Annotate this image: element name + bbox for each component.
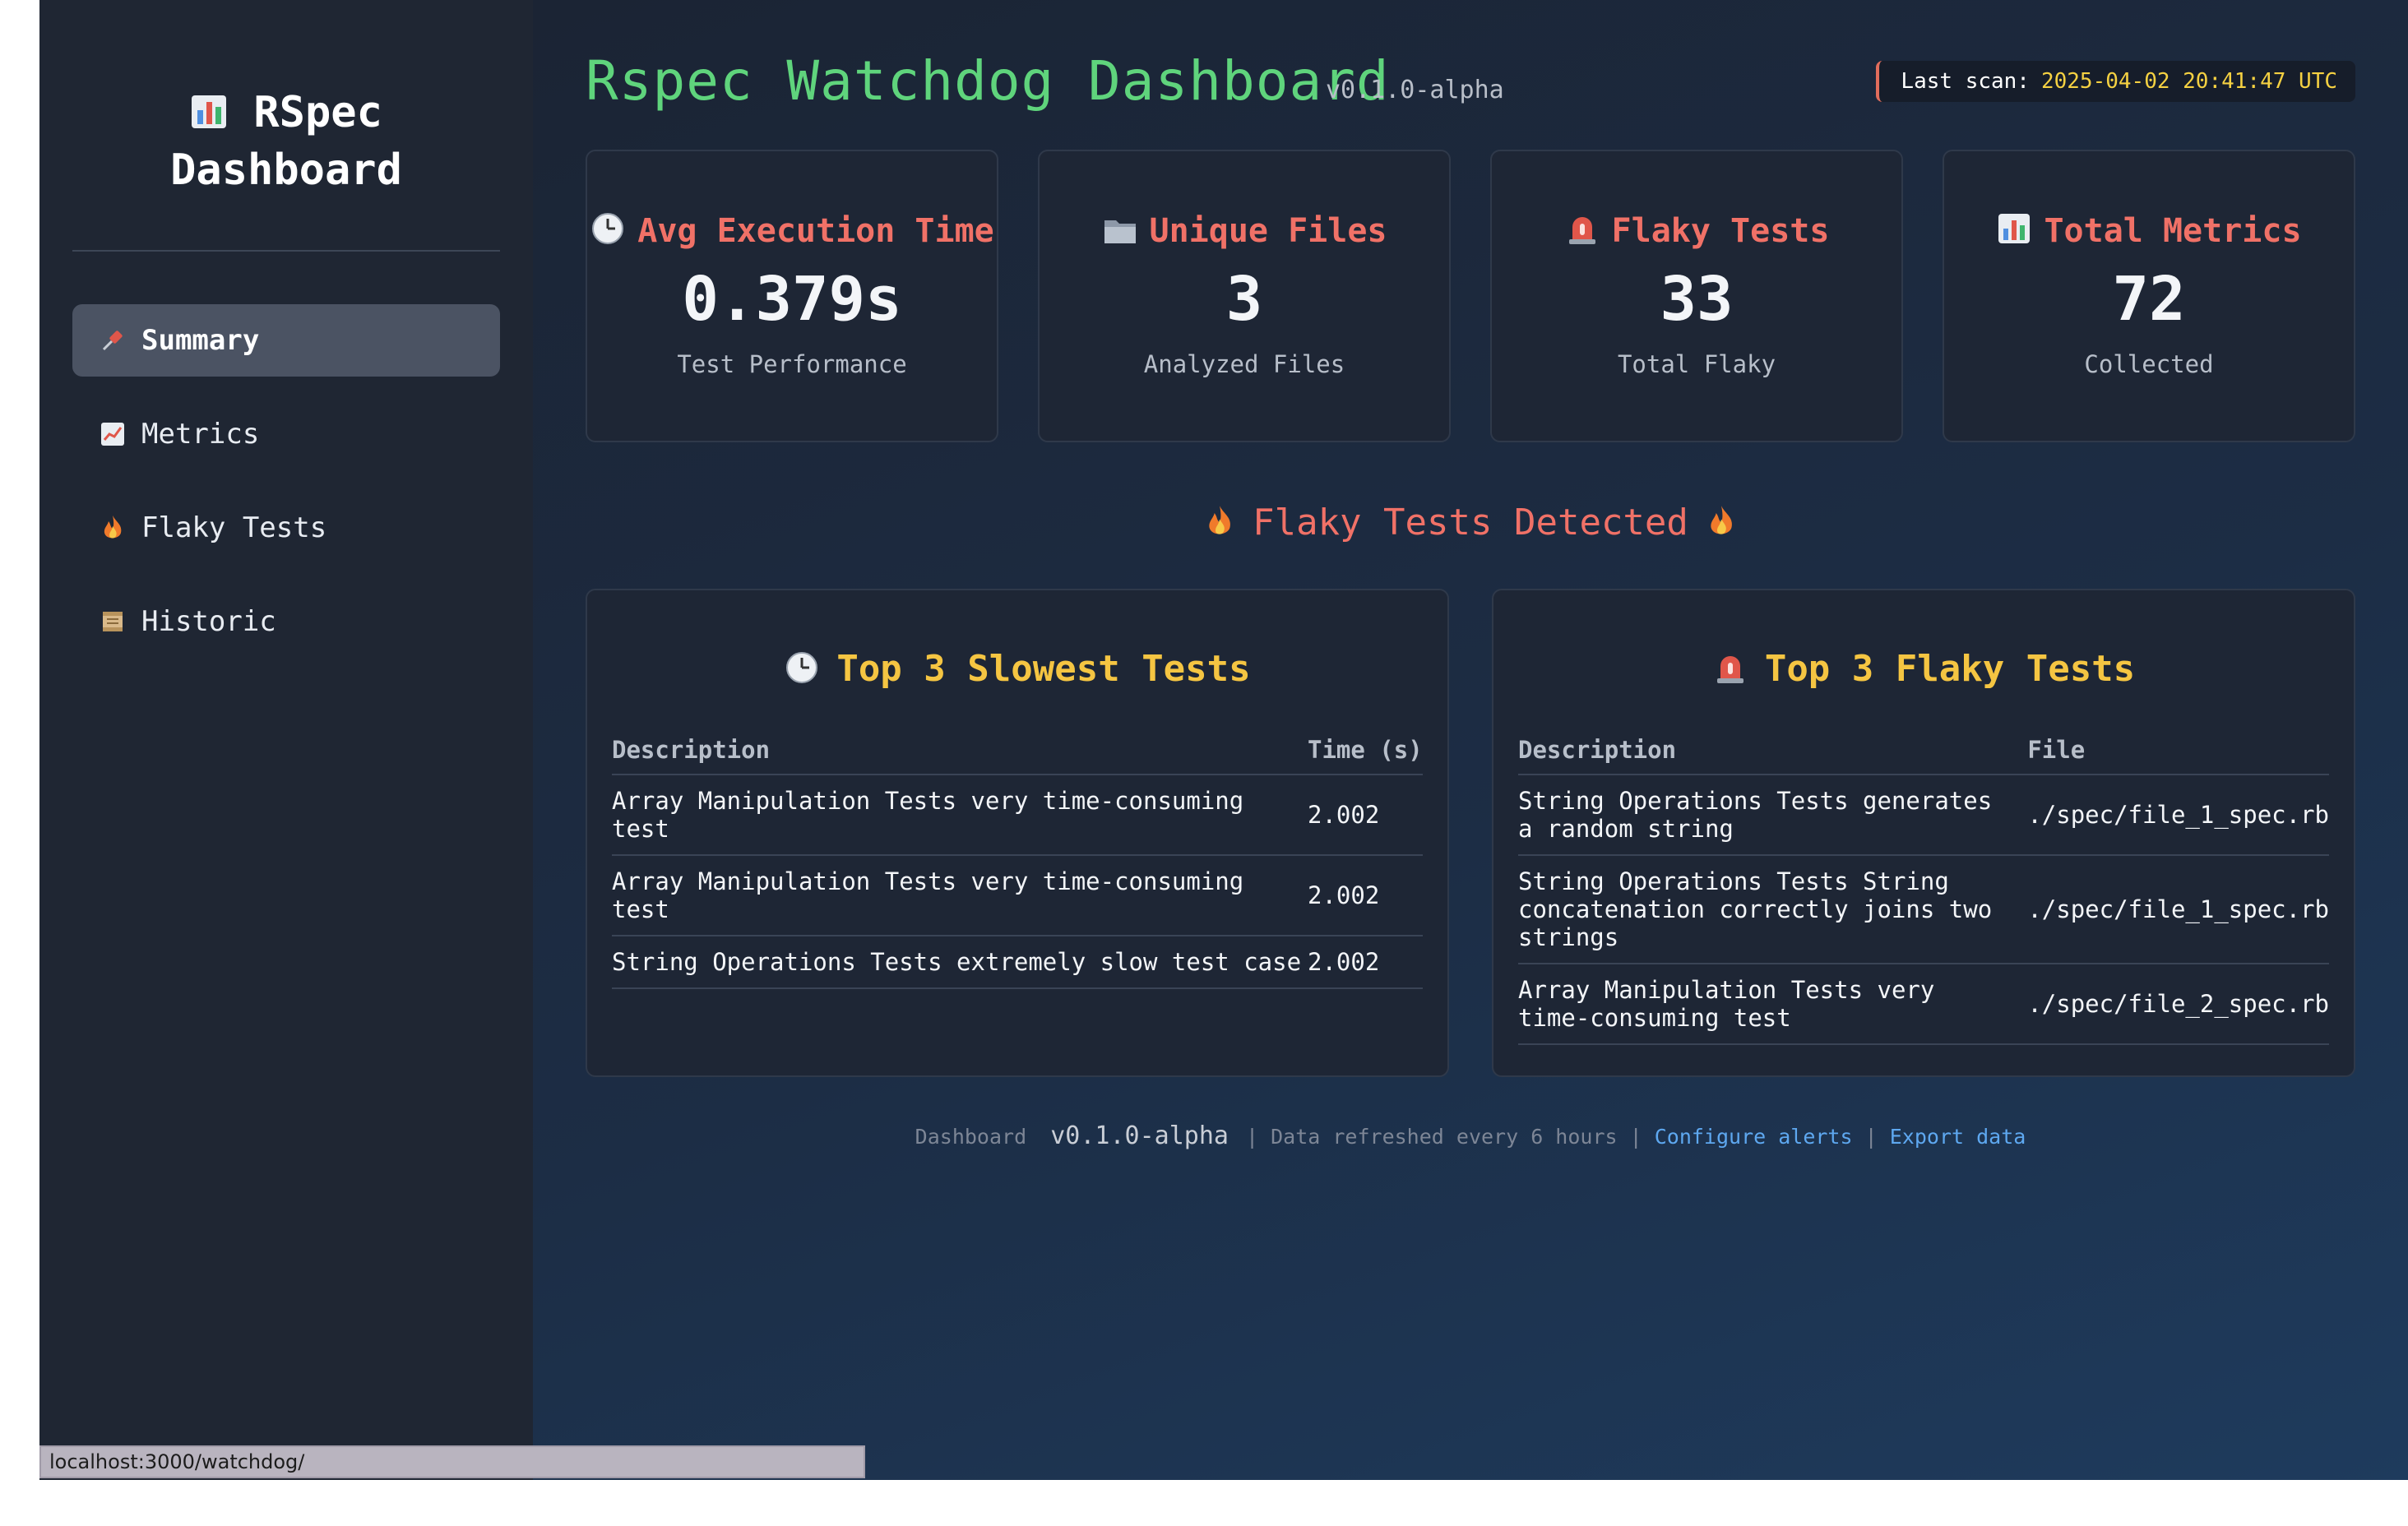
configure-alerts-link[interactable]: Configure alerts [1655, 1125, 1853, 1149]
brand-title-line2: Dashboard [170, 146, 402, 195]
flaky-tests-panel: Top 3 Flaky Tests Description File Strin… [1492, 589, 2355, 1077]
bar-chart-icon [190, 89, 228, 143]
column-header-description: Description [1518, 726, 2028, 775]
slowest-tests-table: Description Time (s) Array Manipulation … [612, 726, 1423, 989]
panel-title: Top 3 Flaky Tests [1764, 648, 2136, 690]
siren-icon [1712, 651, 1748, 684]
sidebar-item-metrics[interactable]: Metrics [72, 398, 500, 470]
clock-icon [784, 651, 820, 684]
card-title: Unique Files [1149, 212, 1387, 250]
sidebar-divider [72, 250, 500, 252]
test-description: String Operations Tests String concatena… [1518, 855, 2028, 964]
panel-title: Top 3 Slowest Tests [836, 648, 1251, 690]
table-row: Array Manipulation Tests very time-consu… [1518, 964, 2329, 1045]
slowest-tests-panel: Top 3 Slowest Tests Description Time (s)… [586, 589, 1449, 1077]
export-data-link[interactable]: Export data [1890, 1125, 2026, 1149]
card-value: 3 [1225, 264, 1263, 335]
page-footer: Dashboard v0.1.0-alpha | Data refreshed … [586, 1121, 2355, 1150]
sidebar-item-historic[interactable]: Historic [72, 585, 500, 658]
page-title: Rspec Watchdog Dashboard [586, 49, 1390, 113]
clock-icon [590, 212, 626, 245]
test-time: 2.002 [1308, 936, 1423, 989]
test-description: Array Manipulation Tests very time-consu… [612, 775, 1308, 856]
sidebar-item-label: Metrics [141, 418, 260, 451]
card-value: 72 [2112, 264, 2186, 335]
scroll-icon [99, 608, 127, 636]
test-time: 2.002 [1308, 775, 1423, 856]
card-title: Total Metrics [2044, 212, 2302, 250]
test-description: Array Manipulation Tests very time-consu… [612, 855, 1308, 936]
flaky-tests-table: Description File String Operations Tests… [1518, 726, 2329, 1045]
card-title: Flaky Tests [1611, 212, 1830, 250]
fire-icon [99, 514, 127, 542]
table-header-row: Description Time (s) [612, 726, 1423, 775]
test-description: String Operations Tests extremely slow t… [612, 936, 1308, 989]
table-row: Array Manipulation Tests very time-consu… [612, 855, 1423, 936]
sidebar-item-summary[interactable]: Summary [72, 304, 500, 377]
fire-icon [1203, 497, 1236, 534]
card-title: Avg Execution Time [637, 212, 994, 250]
brand-title-line1: RSpec [253, 88, 382, 137]
table-row: Array Manipulation Tests very time-consu… [612, 775, 1423, 856]
table-header-row: Description File [1518, 726, 2329, 775]
sidebar-item-label: Flaky Tests [141, 511, 327, 544]
stat-card-flaky-tests: Flaky Tests 33 Total Flaky [1490, 150, 1903, 442]
column-header-time: Time (s) [1308, 726, 1423, 775]
table-row: String Operations Tests extremely slow t… [612, 936, 1423, 989]
siren-icon [1564, 212, 1600, 245]
detail-panels: Top 3 Slowest Tests Description Time (s)… [586, 589, 2355, 1077]
table-row: String Operations Tests generates a rand… [1518, 775, 2329, 856]
card-value: 33 [1660, 264, 1734, 335]
test-time: 2.002 [1308, 855, 1423, 936]
bar-chart-icon [1996, 212, 2032, 245]
test-description: String Operations Tests generates a rand… [1518, 775, 2028, 856]
browser-status-bar: localhost:3000/watchdog/ [39, 1445, 865, 1478]
card-subtitle: Analyzed Files [1143, 350, 1345, 378]
card-value: 0.379s [682, 264, 902, 335]
folder-icon [1102, 214, 1138, 247]
page-header: Rspec Watchdog Dashboard v0.1.0-alpha La… [586, 0, 2355, 150]
sidebar-item-flaky-tests[interactable]: Flaky Tests [72, 492, 500, 564]
stat-card-unique-files: Unique Files 3 Analyzed Files [1038, 150, 1451, 442]
test-description: Array Manipulation Tests very time-consu… [1518, 964, 2028, 1045]
stat-card-total-metrics: Total Metrics 72 Collected [1943, 150, 2355, 442]
sidebar: RSpec Dashboard Summary Metrics Flaky Te… [39, 0, 533, 1480]
stat-cards: Avg Execution Time 0.379s Test Performan… [586, 150, 2355, 442]
column-header-description: Description [612, 726, 1308, 775]
last-scan-badge: Last scan: 2025-04-02 20:41:47 UTC [1876, 61, 2355, 102]
card-subtitle: Test Performance [677, 350, 907, 378]
sidebar-item-label: Summary [141, 324, 260, 357]
app-window: RSpec Dashboard Summary Metrics Flaky Te… [39, 0, 2408, 1480]
line-chart-icon [99, 420, 127, 448]
pushpin-icon [99, 326, 127, 354]
table-row: String Operations Tests String concatena… [1518, 855, 2329, 964]
sidebar-brand: RSpec Dashboard [72, 0, 500, 250]
last-scan-time: 2025-04-02 20:41:47 UTC [2040, 69, 2337, 94]
stat-card-avg-execution-time: Avg Execution Time 0.379s Test Performan… [586, 150, 998, 442]
test-file: ./spec/file_1_spec.rb [2027, 855, 2329, 964]
footer-refresh-note: | Data refreshed every 6 hours | [1246, 1125, 1642, 1149]
test-file: ./spec/file_1_spec.rb [2027, 775, 2329, 856]
flaky-alert-heading: Flaky Tests Detected [586, 493, 2355, 553]
fire-icon [1705, 497, 1738, 534]
card-subtitle: Collected [2084, 350, 2214, 378]
page-version: v0.1.0-alpha [1326, 76, 1504, 104]
footer-label: Dashboard [915, 1125, 1027, 1149]
column-header-file: File [2027, 726, 2329, 775]
flaky-alert-text: Flaky Tests Detected [1253, 502, 1688, 543]
sidebar-item-label: Historic [141, 605, 276, 638]
test-file: ./spec/file_2_spec.rb [2027, 964, 2329, 1045]
status-url: localhost:3000/watchdog/ [49, 1450, 305, 1473]
footer-version: v0.1.0-alpha [1050, 1121, 1229, 1150]
last-scan-label: Last scan: [1901, 69, 2030, 94]
footer-separator: | [1864, 1125, 1878, 1149]
card-subtitle: Total Flaky [1617, 350, 1776, 378]
main-content: Rspec Watchdog Dashboard v0.1.0-alpha La… [533, 0, 2408, 1480]
